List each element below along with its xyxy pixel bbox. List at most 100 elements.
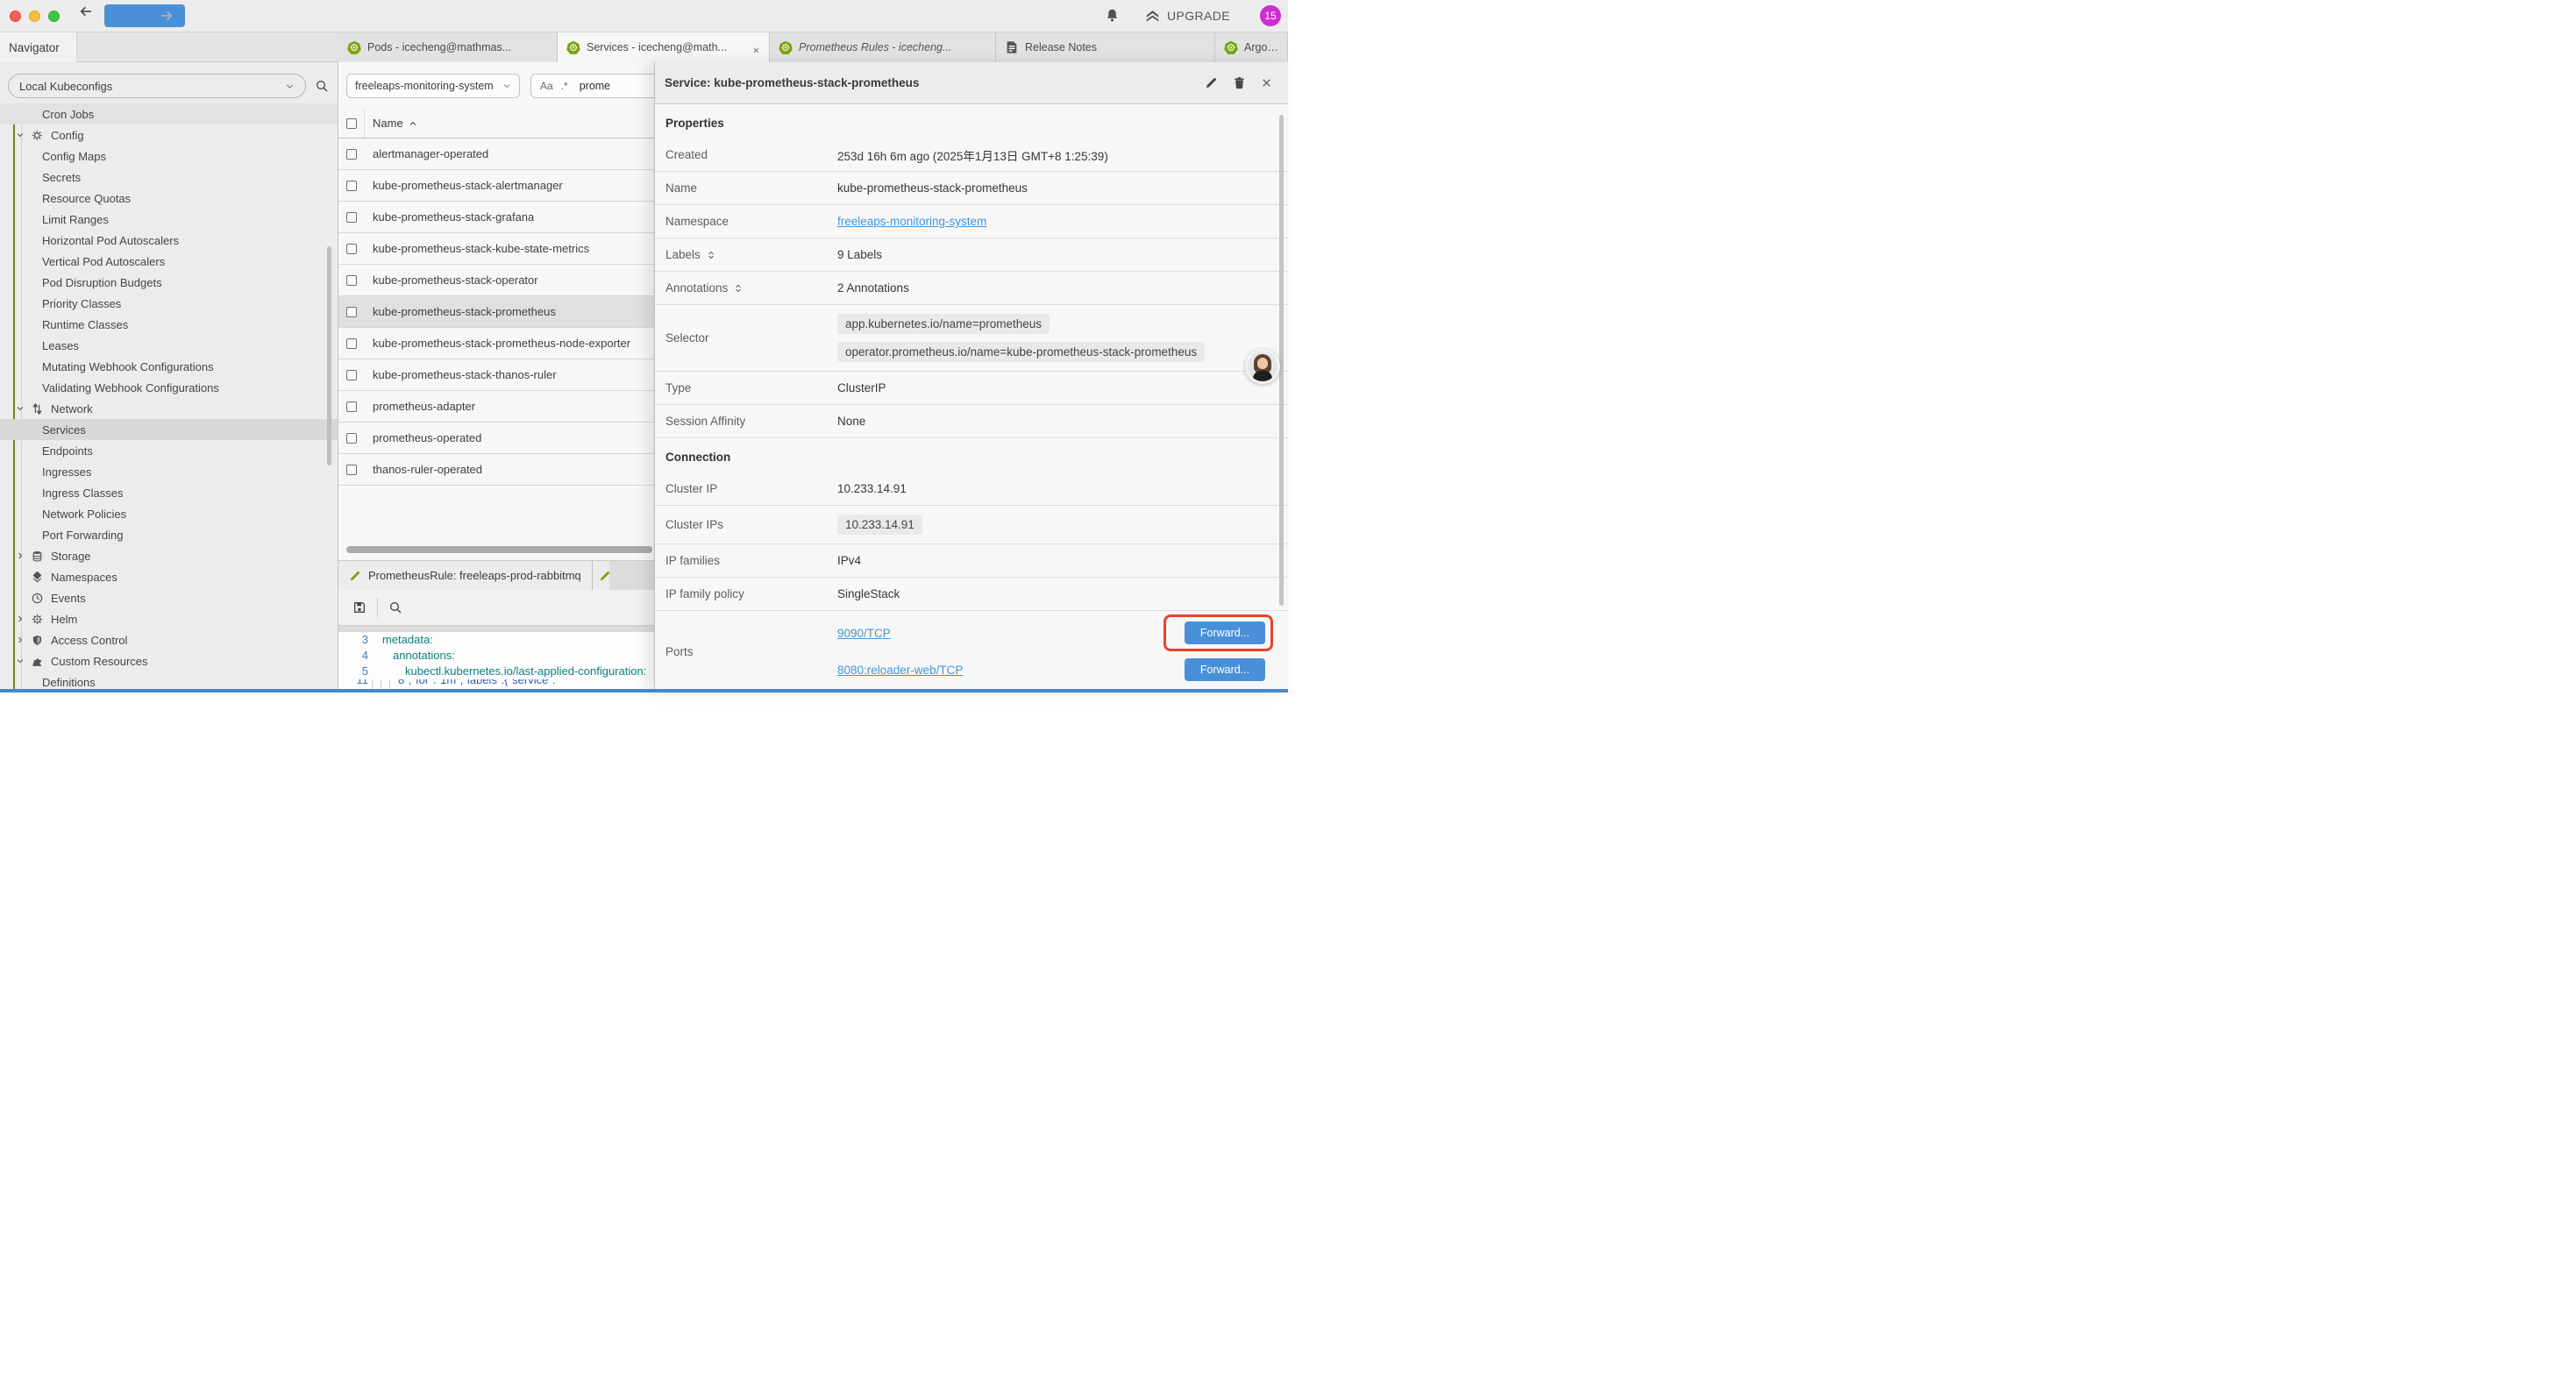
sidebar-item-access-control[interactable]: Access Control xyxy=(0,629,338,650)
column-header-name[interactable]: Name xyxy=(365,117,417,130)
regex-toggle[interactable]: .* xyxy=(561,80,568,92)
notification-count-badge[interactable]: 15 xyxy=(1260,5,1281,26)
port-link[interactable]: 9090/TCP xyxy=(837,627,891,640)
sidebar-item-leases[interactable]: Leases xyxy=(0,335,338,356)
row-checkbox[interactable] xyxy=(346,149,357,160)
sidebar-item-custom-resources[interactable]: Custom Resources xyxy=(0,650,338,671)
tab-label: Pods - icecheng@mathmas... xyxy=(367,41,511,53)
kubeconfig-selector[interactable]: Local Kubeconfigs xyxy=(8,74,306,98)
sort-toggle-icon[interactable] xyxy=(707,248,715,261)
close-tab-icon[interactable] xyxy=(752,44,760,52)
sidebar-item-events[interactable]: Events xyxy=(0,587,338,608)
avatar[interactable] xyxy=(1245,349,1280,384)
sidebar-item-resource-quotas[interactable]: Resource Quotas xyxy=(0,188,338,209)
namespace-selector[interactable]: freeleaps-monitoring-system xyxy=(346,74,520,98)
sidebar-item-ingress-classes[interactable]: Ingress Classes xyxy=(0,482,338,503)
chevron-down-icon[interactable] xyxy=(16,657,28,665)
tab-prometheus-rules-icecheng[interactable]: Prometheus Rules - icecheng... xyxy=(770,32,996,62)
sidebar-item-runtime-classes[interactable]: Runtime Classes xyxy=(0,314,338,335)
tab-services-icecheng-math[interactable]: Services - icecheng@math... xyxy=(558,32,770,62)
chevron-right-icon[interactable] xyxy=(16,614,28,623)
table-search-input[interactable]: Aa .* prome xyxy=(530,74,654,98)
table-row-kube-prometheus-stack-kube-state-metrics[interactable]: kube-prometheus-stack-kube-state-metrics xyxy=(338,233,654,265)
forward-arrow-icon[interactable] xyxy=(104,4,185,27)
sidebar-item-pod-disruption-budgets[interactable]: Pod Disruption Budgets xyxy=(0,272,338,293)
table-row-kube-prometheus-stack-operator[interactable]: kube-prometheus-stack-operator xyxy=(338,265,654,296)
yaml-editor[interactable]: 3metadata:4annotations:5kubectl.kubernet… xyxy=(338,632,654,692)
row-checkbox[interactable] xyxy=(346,181,357,191)
sidebar-item-port-forwarding[interactable]: Port Forwarding xyxy=(0,524,338,545)
select-all-checkbox[interactable] xyxy=(346,118,357,129)
namespace-link[interactable]: freeleaps-monitoring-system xyxy=(837,215,986,228)
sidebar-item-secrets[interactable]: Secrets xyxy=(0,167,338,188)
sidebar-item-services[interactable]: Services xyxy=(0,419,338,440)
sidebar-item-cron-jobs[interactable]: Cron Jobs xyxy=(0,103,338,124)
sidebar-item-network[interactable]: Network xyxy=(0,398,338,419)
port-link[interactable]: 8080:reloader-web/TCP xyxy=(837,664,963,677)
table-row-thanos-ruler-operated[interactable]: thanos-ruler-operated xyxy=(338,454,654,486)
sidebar-search-icon[interactable] xyxy=(315,78,329,94)
row-checkbox[interactable] xyxy=(346,275,357,286)
sidebar-item-limit-ranges[interactable]: Limit Ranges xyxy=(0,209,338,230)
row-checkbox[interactable] xyxy=(346,433,357,444)
match-case-toggle[interactable]: Aa xyxy=(540,80,553,92)
detail-scrollbar[interactable] xyxy=(1279,115,1284,606)
row-checkbox[interactable] xyxy=(346,307,357,317)
minimize-window-button[interactable] xyxy=(29,11,40,22)
table-row-kube-prometheus-stack-alertmanager[interactable]: kube-prometheus-stack-alertmanager xyxy=(338,170,654,202)
forward-button[interactable]: Forward... xyxy=(1185,658,1265,681)
row-checkbox[interactable] xyxy=(346,370,357,380)
chevron-right-icon[interactable] xyxy=(16,636,28,644)
table-row-prometheus-operated[interactable]: prometheus-operated xyxy=(338,423,654,454)
delete-trash-icon[interactable] xyxy=(1233,76,1246,89)
row-checkbox[interactable] xyxy=(346,212,357,223)
tab-release-notes[interactable]: Release Notes xyxy=(996,32,1215,62)
row-checkbox[interactable] xyxy=(346,338,357,349)
navigator-panel-tab[interactable]: Navigator xyxy=(0,32,77,62)
horizontal-scrollbar[interactable] xyxy=(346,546,652,553)
sidebar-item-endpoints[interactable]: Endpoints xyxy=(0,440,338,461)
table-row-kube-prometheus-stack-prometheus-node-exporter[interactable]: kube-prometheus-stack-prometheus-node-ex… xyxy=(338,328,654,359)
sidebar-item-vertical-pod-autoscalers[interactable]: Vertical Pod Autoscalers xyxy=(0,251,338,272)
sort-toggle-icon[interactable] xyxy=(734,281,743,295)
editor-tab-partial[interactable] xyxy=(593,561,609,590)
back-arrow-icon[interactable] xyxy=(79,4,93,27)
detail-header: Service: kube-prometheus-stack-prometheu… xyxy=(655,62,1288,104)
table-row-kube-prometheus-stack-grafana[interactable]: kube-prometheus-stack-grafana xyxy=(338,202,654,233)
row-checkbox[interactable] xyxy=(346,244,357,254)
table-row-prometheus-adapter[interactable]: prometheus-adapter xyxy=(338,391,654,423)
row-checkbox[interactable] xyxy=(346,401,357,412)
forward-button[interactable]: Forward... xyxy=(1185,621,1265,644)
sidebar-item-config-maps[interactable]: Config Maps xyxy=(0,146,338,167)
editor-tab-prometheusrule[interactable]: PrometheusRule: freeleaps-prod-rabbitmq xyxy=(338,561,593,590)
editor-search-icon[interactable] xyxy=(388,600,402,614)
upgrade-button[interactable]: UPGRADE xyxy=(1145,9,1230,24)
tab-pods-icecheng-mathmas[interactable]: Pods - icecheng@mathmas... xyxy=(338,32,558,62)
notifications-bell-icon[interactable] xyxy=(1105,8,1120,24)
table-row-kube-prometheus-stack-prometheus[interactable]: kube-prometheus-stack-prometheus xyxy=(338,296,654,328)
tab-argo-se[interactable]: Argo Se xyxy=(1215,32,1288,62)
sidebar-scrollbar[interactable] xyxy=(327,246,331,465)
sidebar-item-network-policies[interactable]: Network Policies xyxy=(0,503,338,524)
sidebar-item-helm[interactable]: Helm xyxy=(0,608,338,629)
close-window-button[interactable] xyxy=(10,11,21,22)
maximize-window-button[interactable] xyxy=(48,11,60,22)
chevron-down-icon[interactable] xyxy=(16,404,28,413)
sidebar-item-namespaces[interactable]: Namespaces xyxy=(0,566,338,587)
sidebar-item-priority-classes[interactable]: Priority Classes xyxy=(0,293,338,314)
row-checkbox[interactable] xyxy=(346,465,357,475)
chevron-right-icon[interactable] xyxy=(16,551,28,560)
chevron-down-icon[interactable] xyxy=(16,131,28,139)
sidebar-item-ingresses[interactable]: Ingresses xyxy=(0,461,338,482)
sidebar-item-storage[interactable]: Storage xyxy=(0,545,338,566)
table-row-kube-prometheus-stack-thanos-ruler[interactable]: kube-prometheus-stack-thanos-ruler xyxy=(338,359,654,391)
close-icon[interactable] xyxy=(1261,77,1272,89)
edit-pencil-icon[interactable] xyxy=(1205,76,1218,89)
sidebar-item-mutating-webhook-configurations[interactable]: Mutating Webhook Configurations xyxy=(0,356,338,377)
sidebar-item-horizontal-pod-autoscalers[interactable]: Horizontal Pod Autoscalers xyxy=(0,230,338,251)
sidebar-item-validating-webhook-configurations[interactable]: Validating Webhook Configurations xyxy=(0,377,338,398)
table-row-alertmanager-operated[interactable]: alertmanager-operated xyxy=(338,138,654,170)
property-value: 9090/TCP Forward... 8080:reloader-web/TCP F… xyxy=(837,614,1288,688)
sidebar-item-config[interactable]: Config xyxy=(0,124,338,146)
save-icon[interactable] xyxy=(352,600,366,614)
